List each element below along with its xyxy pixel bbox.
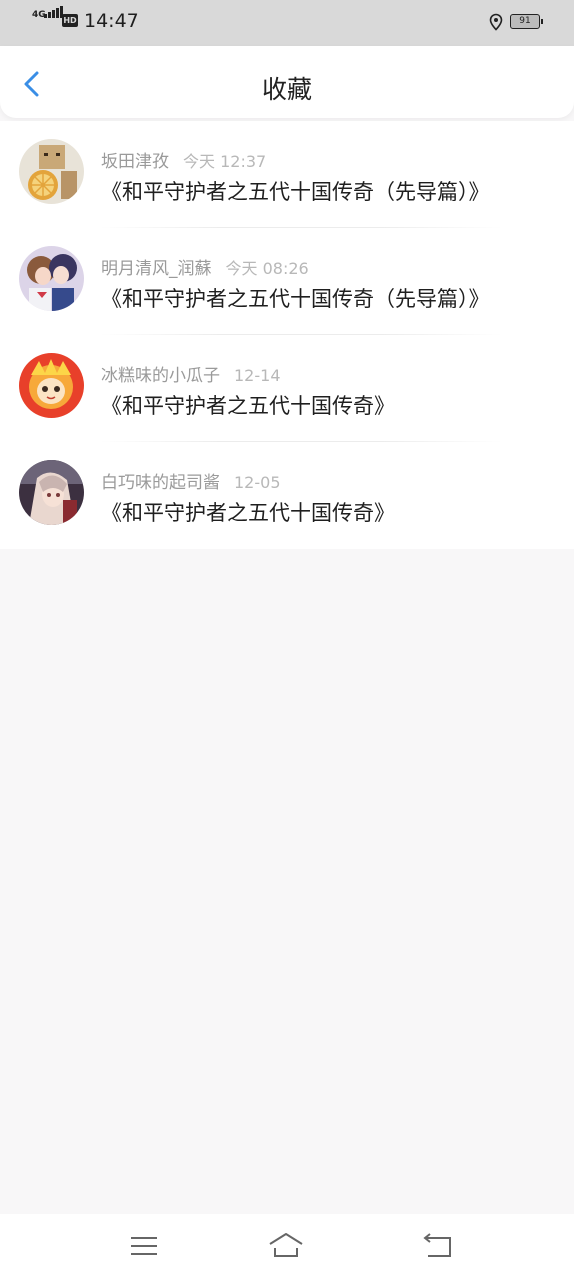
home-icon[interactable] — [268, 1230, 304, 1262]
username: 坂田津孜 — [101, 152, 169, 172]
list-item[interactable]: 明月清风_润蘇 今天 08:26 《和平守护者之五代十国传奇（先导篇）》 — [0, 228, 574, 335]
username: 冰糕味的小瓜子 — [101, 366, 220, 386]
avatar[interactable] — [19, 353, 84, 418]
favorite-title[interactable]: 《和平守护者之五代十国传奇（先导篇）》 — [101, 283, 490, 313]
favorites-list: 坂田津孜 今天 12:37 《和平守护者之五代十国传奇（先导篇）》 明月清风_润蘇… — [0, 121, 574, 549]
favorite-title[interactable]: 《和平守护者之五代十国传奇》 — [101, 390, 395, 420]
item-meta: 冰糕味的小瓜子 12-14 — [101, 361, 281, 386]
item-meta: 明月清风_润蘇 今天 08:26 — [101, 254, 309, 279]
location-icon — [489, 13, 503, 31]
favorite-title[interactable]: 《和平守护者之五代十国传奇》 — [101, 497, 395, 527]
back-icon[interactable] — [420, 1230, 456, 1262]
cellular-signal-icon: 4G — [32, 6, 63, 32]
timestamp: 今天 12:37 — [183, 152, 267, 171]
hd-voice-icon: HD — [62, 14, 78, 27]
avatar[interactable] — [19, 246, 84, 311]
favorite-title[interactable]: 《和平守护者之五代十国传奇（先导篇）》 — [101, 176, 490, 206]
username: 白巧味的起司酱 — [101, 473, 220, 493]
avatar[interactable] — [19, 139, 84, 204]
page-title: 收藏 — [261, 75, 312, 104]
list-item[interactable]: 白巧味的起司酱 12-05 《和平守护者之五代十国传奇》 — [0, 442, 574, 549]
avatar[interactable] — [19, 460, 84, 525]
timestamp: 12-14 — [234, 366, 281, 385]
status-bar: 4G HD 14:47 91 — [0, 0, 574, 46]
timestamp: 12-05 — [234, 473, 281, 492]
list-item[interactable]: 坂田津孜 今天 12:37 《和平守护者之五代十国传奇（先导篇）》 — [0, 121, 574, 228]
item-meta: 坂田津孜 今天 12:37 — [101, 147, 267, 172]
menu-icon[interactable] — [126, 1230, 162, 1262]
timestamp: 今天 08:26 — [225, 259, 309, 278]
app-header: 收藏 — [0, 46, 574, 118]
item-meta: 白巧味的起司酱 12-05 — [101, 468, 281, 493]
system-nav-bar — [0, 1214, 574, 1280]
battery-icon: 91 — [510, 14, 543, 29]
username: 明月清风_润蘇 — [101, 259, 212, 279]
list-item[interactable]: 冰糕味的小瓜子 12-14 《和平守护者之五代十国传奇》 — [0, 335, 574, 442]
clock: 14:47 — [84, 10, 139, 32]
